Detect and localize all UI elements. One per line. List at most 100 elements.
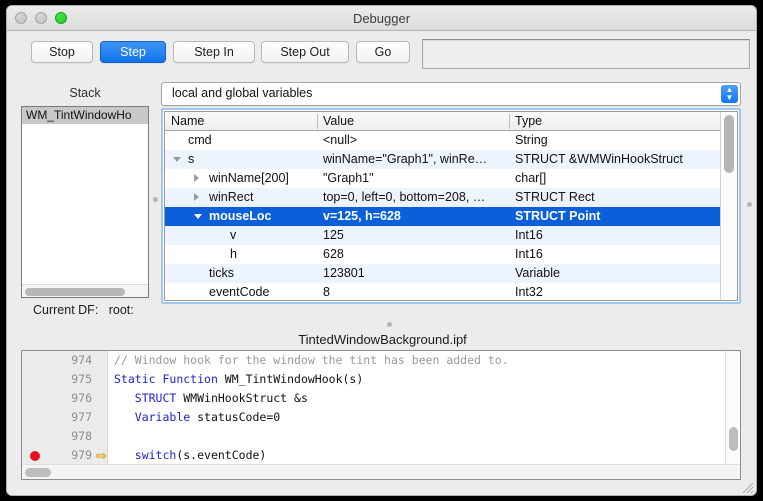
editor-line[interactable]: 979 ⇨ switch(s.eventCode) (22, 446, 740, 465)
window-title: Debugger (352, 11, 411, 26)
window-resize-grip[interactable] (742, 482, 754, 494)
column-divider-1[interactable] (317, 114, 318, 129)
column-header-type[interactable]: Type (515, 112, 542, 131)
cell-type: Int16 (515, 228, 543, 242)
triangle-right-icon[interactable] (194, 193, 199, 201)
cell-value: v=125, h=628 (323, 209, 401, 223)
stack-list-item[interactable]: WM_TintWindowHo (22, 107, 148, 124)
triangle-down-icon[interactable] (194, 214, 202, 219)
cell-type: STRUCT &WMWinHookStruct (515, 152, 683, 166)
cell-type: Int32 (515, 285, 543, 299)
minimize-button[interactable] (35, 12, 47, 24)
stack-horizontal-scrollbar[interactable] (22, 284, 148, 297)
line-number: 975 (71, 372, 92, 386)
variables-table-inner: Name Value Type cmd <null> String s winName=… (164, 111, 738, 301)
cell-name: cmd (188, 133, 212, 147)
editor-line[interactable]: 976 STRUCT WMWinHookStruct &s (22, 389, 740, 408)
triangle-right-icon[interactable] (194, 174, 199, 182)
editor-vscroll-thumb[interactable] (729, 427, 738, 451)
cell-value: winName="Graph1", winRe… (323, 152, 488, 166)
variables-table[interactable]: Name Value Type cmd <null> String s winName=… (161, 108, 741, 304)
editor-line-text: // Window hook for the window the tint h… (114, 353, 509, 367)
scope-dropdown-value: local and global variables (172, 86, 313, 100)
column-header-value[interactable]: Value (323, 112, 354, 131)
cell-value: <null> (323, 133, 358, 147)
variables-rows: cmd <null> String s winName="Graph1", winRe…… (165, 131, 721, 300)
table-row[interactable]: eventCode 8 Int32 (165, 283, 721, 300)
variables-table-header: Name Value Type (165, 112, 737, 131)
cell-name: winRect (209, 190, 254, 204)
table-row[interactable]: cmd <null> String (165, 131, 721, 150)
stack-hscroll-thumb[interactable] (25, 288, 125, 296)
variables-vscroll-thumb[interactable] (724, 115, 734, 173)
cell-name: h (230, 247, 237, 261)
cell-name: v (230, 228, 237, 242)
pane-splitter-handle[interactable] (387, 322, 392, 327)
cell-value: 628 (323, 247, 344, 261)
table-row[interactable]: winName[200] "Graph1" char[] (165, 169, 721, 188)
editor-line-text: Static Function WM_TintWindowHook(s) (114, 372, 364, 386)
editor-line[interactable]: 978 (22, 427, 740, 446)
step-button[interactable]: Step (100, 41, 166, 63)
scope-dropdown[interactable]: local and global variables ▲ ▼ (161, 82, 741, 106)
cell-value: 123801 (323, 266, 365, 280)
editor-line[interactable]: 977 Variable statusCode=0 (22, 408, 740, 427)
cell-type: Int16 (515, 247, 543, 261)
editor-line[interactable]: 975 Static Function WM_TintWindowHook(s) (22, 370, 740, 389)
column-header-name[interactable]: Name (171, 112, 204, 131)
code-editor[interactable]: 974 // Window hook for the window the tin… (21, 350, 741, 480)
table-row[interactable]: s winName="Graph1", winRe… STRUCT &WMWinHo… (165, 150, 721, 169)
debugger-toolbar: Stop Step Step In Step Out Go (7, 31, 756, 75)
editor-line-text: STRUCT WMWinHookStruct &s (134, 391, 308, 405)
table-row[interactable]: mouseLoc v=125, h=628 STRUCT Point (165, 207, 721, 226)
cell-value: 8 (323, 285, 330, 299)
cell-type: char[] (515, 171, 547, 185)
horizontal-splitter-handle[interactable] (153, 197, 158, 202)
cell-type: Variable (515, 266, 560, 280)
table-row[interactable]: v 125 Int16 (165, 226, 721, 245)
table-row[interactable]: h 628 Int16 (165, 245, 721, 264)
cell-type: String (515, 133, 548, 147)
stepper-down-glyph: ▼ (725, 93, 734, 102)
close-button[interactable] (15, 12, 27, 24)
cell-name: winName[200] (209, 171, 289, 185)
stack-list[interactable]: WM_TintWindowHo (21, 106, 149, 298)
column-divider-2[interactable] (509, 114, 510, 129)
editor-vertical-scrollbar[interactable] (725, 351, 740, 464)
cell-value: "Graph1" (323, 171, 374, 185)
stepper-updown-icon[interactable]: ▲ ▼ (721, 85, 738, 103)
zoom-button[interactable] (55, 12, 67, 24)
line-number: 974 (71, 353, 92, 367)
vertical-splitter-handle[interactable] (747, 202, 752, 207)
cell-type: STRUCT Rect (515, 190, 595, 204)
cell-value: top=0, left=0, bottom=208, … (323, 190, 486, 204)
cell-type: STRUCT Point (515, 209, 601, 223)
table-row[interactable]: ticks 123801 Variable (165, 264, 721, 283)
stop-button[interactable]: Stop (31, 41, 93, 63)
current-data-folder: Current DF: root: (33, 303, 134, 317)
cell-name: s (188, 152, 195, 166)
editor-line-text: Variable statusCode=0 (134, 410, 281, 424)
command-input[interactable] (422, 39, 750, 69)
editor-hscroll-thumb[interactable] (25, 468, 51, 477)
editor-filename: TintedWindowBackground.ipf (298, 332, 467, 347)
current-line-arrow-icon: ⇨ (96, 448, 107, 463)
table-row[interactable]: winRect top=0, left=0, bottom=208, … STRUC… (165, 188, 721, 207)
triangle-down-icon[interactable] (173, 157, 181, 162)
step-out-button[interactable]: Step Out (261, 41, 349, 63)
line-number: 979 (71, 448, 92, 462)
go-button[interactable]: Go (356, 41, 410, 63)
breakpoint-dot-icon[interactable] (30, 451, 40, 461)
step-in-button[interactable]: Step In (173, 41, 255, 63)
editor-line[interactable]: 974 // Window hook for the window the tin… (22, 351, 740, 370)
editor-horizontal-scrollbar[interactable] (22, 464, 740, 479)
cell-value: 125 (323, 228, 344, 242)
editor-line-text: switch(s.eventCode) (134, 448, 267, 462)
cell-name: eventCode (209, 285, 270, 299)
debugger-window: Debugger Stop Step Step In Step Out Go S… (6, 5, 757, 496)
stack-label: Stack (69, 86, 101, 100)
variables-vertical-scrollbar[interactable] (720, 112, 737, 300)
cell-name: mouseLoc (209, 209, 272, 223)
window-controls (15, 12, 67, 24)
cell-name: ticks (209, 266, 234, 280)
